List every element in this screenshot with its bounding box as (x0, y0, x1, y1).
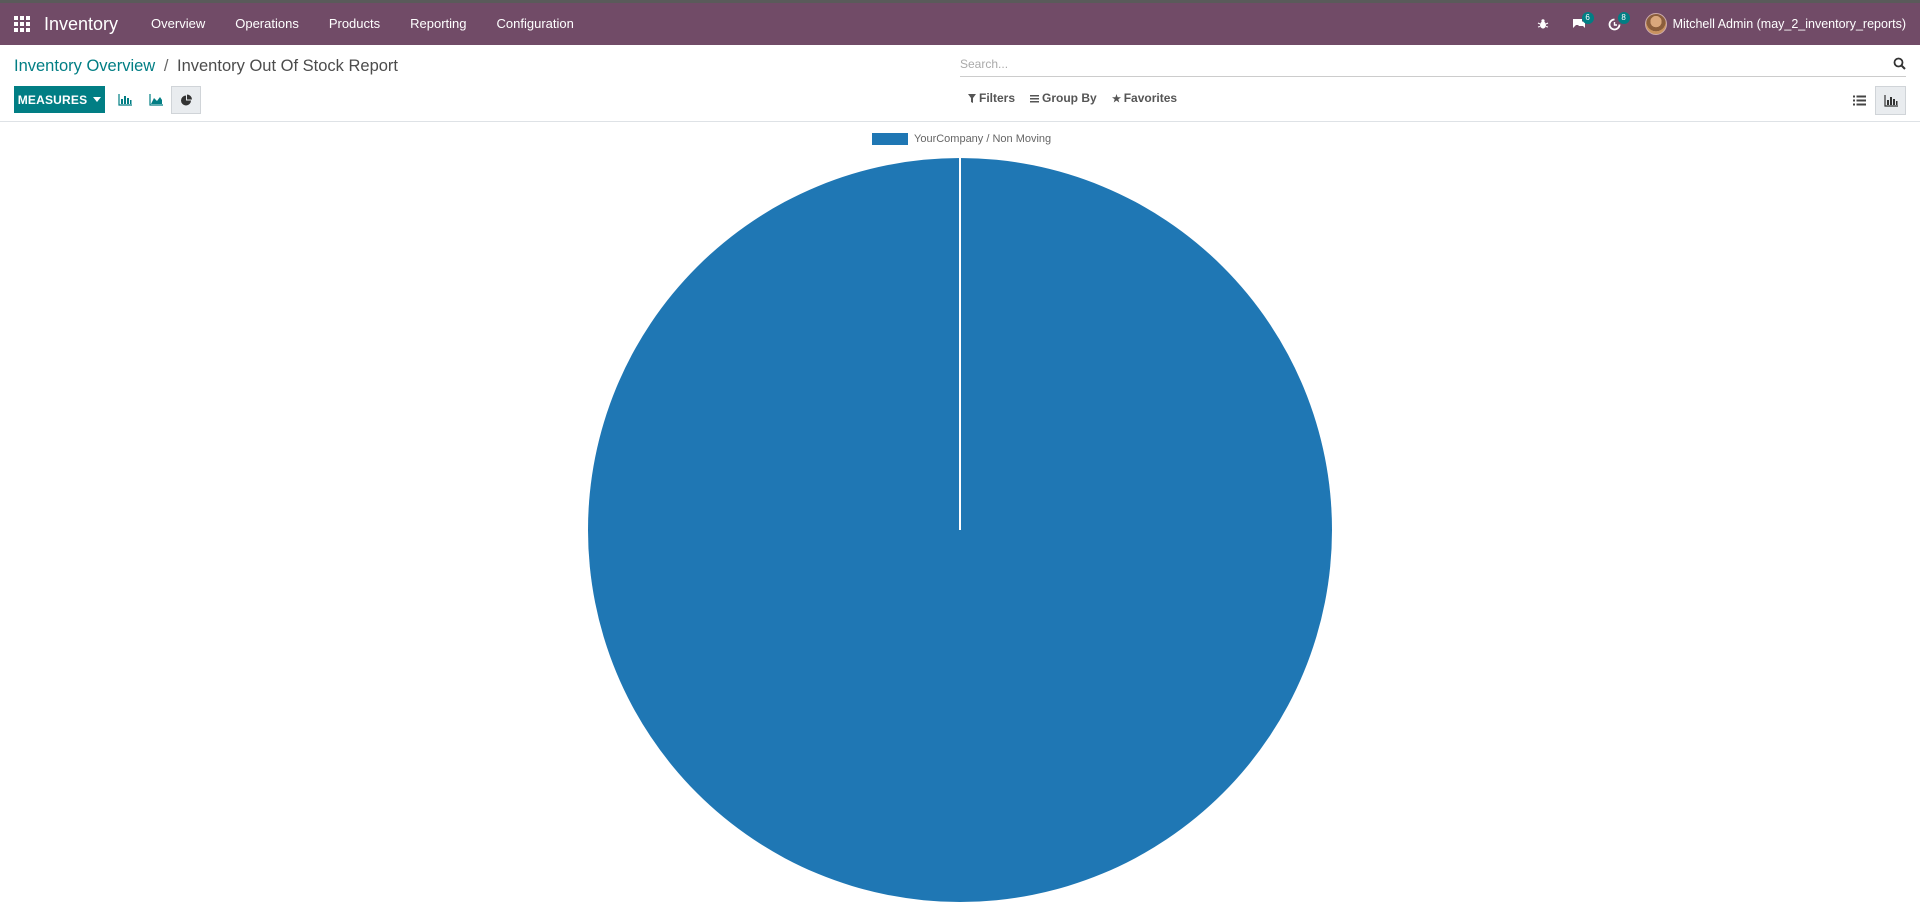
caret-down-icon (93, 97, 102, 102)
menu-operations[interactable]: Operations (220, 3, 314, 45)
messages-icon[interactable]: 6 (1561, 3, 1597, 45)
graph-view-button[interactable] (1875, 86, 1906, 115)
search-options: Filters Group By Favorites (968, 91, 1192, 105)
bars-icon (1030, 94, 1040, 102)
menu-overview[interactable]: Overview (136, 3, 220, 45)
debug-icon[interactable] (1525, 3, 1561, 45)
user-menu[interactable]: Mitchell Admin (may_2_inventory_reports) (1644, 13, 1906, 35)
breadcrumb-separator: / (163, 57, 169, 75)
main-navbar: Inventory Overview Operations Products R… (0, 0, 1920, 45)
filters-dropdown[interactable]: Filters (968, 91, 1015, 105)
search-bar (960, 53, 1906, 77)
favorites-label: Favorites (1123, 91, 1178, 105)
breadcrumb: Inventory Overview / Inventory Out Of St… (14, 57, 398, 76)
pie-chart (588, 158, 1332, 902)
view-switcher (1844, 86, 1906, 115)
measures-label: MEASURES (17, 92, 88, 107)
legend-swatch (872, 133, 908, 145)
apps-menu-icon[interactable] (0, 3, 44, 45)
chart-legend[interactable]: YourCompany / Non Moving (872, 133, 1051, 145)
bar-chart-button[interactable] (110, 86, 140, 114)
filters-label: Filters (979, 91, 1016, 105)
line-chart-button[interactable] (141, 86, 171, 114)
graph-view: YourCompany / Non Moving (0, 123, 1920, 905)
page-title: Inventory Out Of Stock Report (177, 57, 399, 75)
avatar (1644, 13, 1667, 35)
pie-chart-icon (180, 94, 192, 105)
groupby-label: Group By (1042, 91, 1097, 105)
systray: 6 8 Mitchell Admin (may_2_inventory_repo… (1525, 3, 1920, 45)
legend-label: YourCompany / Non Moving (914, 133, 1052, 145)
menu-products[interactable]: Products (314, 3, 395, 45)
star-icon (1111, 93, 1121, 103)
bar-chart-icon (1883, 94, 1898, 107)
bar-chart-icon (118, 94, 132, 106)
activities-icon[interactable]: 8 (1597, 3, 1633, 45)
list-view-button[interactable] (1844, 86, 1875, 115)
activities-count-badge: 8 (1617, 12, 1630, 24)
menu-configuration[interactable]: Configuration (482, 3, 589, 45)
area-chart-icon (149, 94, 163, 106)
search-input[interactable] (960, 53, 1860, 75)
search-icon[interactable] (1893, 57, 1906, 70)
favorites-dropdown[interactable]: Favorites (1111, 91, 1178, 105)
breadcrumb-parent-link[interactable]: Inventory Overview (14, 57, 155, 75)
list-icon (1853, 95, 1866, 106)
pie-chart-button[interactable] (171, 86, 201, 114)
menu-reporting[interactable]: Reporting (395, 3, 481, 45)
control-panel: Inventory Overview / Inventory Out Of St… (0, 45, 1920, 122)
filter-icon (968, 93, 976, 103)
app-title[interactable]: Inventory (44, 14, 118, 35)
groupby-dropdown[interactable]: Group By (1030, 91, 1097, 105)
measures-button[interactable]: MEASURES (14, 86, 105, 113)
user-name: Mitchell Admin (may_2_inventory_reports) (1672, 17, 1906, 31)
messages-count-badge: 6 (1581, 12, 1594, 24)
top-menu: Overview Operations Products Reporting C… (136, 3, 589, 45)
